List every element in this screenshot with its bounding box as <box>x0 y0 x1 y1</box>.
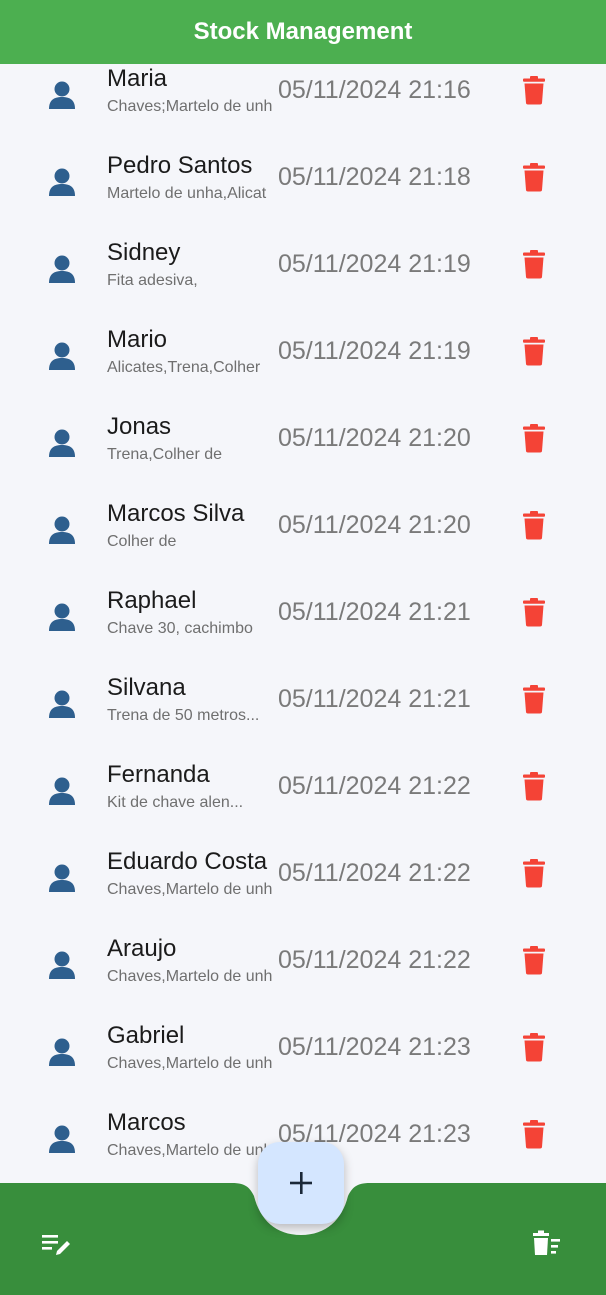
list-item[interactable]: Fernanda Kit de chave alen... 05/11/2024 2… <box>0 741 606 828</box>
record-items: Chaves,Martelo de unh <box>107 968 273 985</box>
record-date: 05/11/2024 21:22 <box>278 859 471 887</box>
record-name: Pedro Santos <box>107 152 253 179</box>
list-item[interactable]: Jonas Trena,Colher de 05/11/2024 21:20 <box>0 393 606 480</box>
trash-icon <box>523 424 545 453</box>
record-date: 05/11/2024 21:20 <box>278 424 471 452</box>
list-item[interactable]: Araujo Chaves,Martelo de unh 05/11/2024 21… <box>0 915 606 1002</box>
record-name: Sidney <box>107 239 181 266</box>
delete-button[interactable] <box>522 771 546 801</box>
clear-all-button[interactable] <box>530 1230 564 1258</box>
record-date: 05/11/2024 21:19 <box>278 337 471 365</box>
list-item[interactable]: Silvana Trena de 50 metros... 05/11/2024 2… <box>0 654 606 741</box>
person-icon <box>48 428 76 458</box>
record-items: Fita adesiva, <box>107 272 198 289</box>
record-name: Fernanda <box>107 761 210 788</box>
record-name: Eduardo Costa <box>107 848 268 875</box>
record-name: Araujo <box>107 935 177 962</box>
trash-icon <box>523 250 545 279</box>
person-icon <box>48 80 76 110</box>
person-icon <box>48 602 76 632</box>
list-item[interactable]: Gabriel Chaves,Martelo de unh 05/11/2024 2… <box>0 1002 606 1089</box>
person-icon <box>48 167 76 197</box>
record-date: 05/11/2024 21:18 <box>278 163 471 191</box>
edit-list-icon <box>42 1235 70 1255</box>
record-name: Raphael <box>107 587 197 614</box>
record-date: 05/11/2024 21:23 <box>278 1033 471 1061</box>
person-icon <box>48 254 76 284</box>
delete-button[interactable] <box>522 684 546 714</box>
record-name: Mario <box>107 326 168 353</box>
record-name: Jonas <box>107 413 172 440</box>
record-name: Gabriel <box>107 1022 185 1049</box>
record-items: Chaves;Martelo de unh <box>107 98 273 115</box>
record-date: 05/11/2024 21:19 <box>278 250 471 278</box>
record-list: Maria Chaves;Martelo de unh 05/11/2024 21:… <box>0 0 606 1295</box>
record-items: Trena de 50 metros... <box>107 707 260 724</box>
person-icon <box>48 863 76 893</box>
trash-icon <box>523 598 545 627</box>
person-icon <box>48 515 76 545</box>
list-item[interactable]: Pedro Santos Martelo de unha,Alicat 05/11/… <box>0 132 606 219</box>
delete-button[interactable] <box>522 510 546 540</box>
trash-icon <box>523 859 545 888</box>
record-date: 05/11/2024 21:20 <box>278 511 471 539</box>
delete-button[interactable] <box>522 1032 546 1062</box>
record-items: Colher de <box>107 533 177 550</box>
bottom-app-bar <box>0 1142 606 1295</box>
trash-icon <box>523 772 545 801</box>
record-name: Marcos <box>107 1109 186 1136</box>
trash-icon <box>523 337 545 366</box>
app-bar: Stock Management <box>0 0 606 64</box>
record-items: Martelo de unha,Alicat <box>107 185 267 202</box>
record-date: 05/11/2024 21:22 <box>278 946 471 974</box>
person-icon <box>48 689 76 719</box>
record-items: Kit de chave alen... <box>107 794 244 811</box>
trash-icon <box>523 1033 545 1062</box>
record-name: Silvana <box>107 674 186 701</box>
app-title: Stock Management <box>193 18 413 45</box>
delete-button[interactable] <box>522 1119 546 1149</box>
clear-all-icon <box>533 1230 560 1255</box>
trash-icon <box>523 946 545 975</box>
trash-icon <box>523 76 545 105</box>
record-items: Alicates,Trena,Colher <box>107 359 261 376</box>
person-icon <box>48 776 76 806</box>
delete-button[interactable] <box>522 945 546 975</box>
delete-button[interactable] <box>522 162 546 192</box>
record-name: Maria <box>107 65 168 92</box>
person-icon <box>48 1037 76 1067</box>
person-icon <box>48 950 76 980</box>
record-items: Chaves,Martelo de unh <box>107 1055 273 1072</box>
record-items: Chaves,Martelo de unh <box>107 881 273 898</box>
delete-button[interactable] <box>522 249 546 279</box>
plus-icon <box>290 1172 312 1194</box>
delete-button[interactable] <box>522 597 546 627</box>
list-item[interactable]: Mario Alicates,Trena,Colher 05/11/2024 21:… <box>0 306 606 393</box>
record-date: 05/11/2024 21:22 <box>278 772 471 800</box>
list-item[interactable]: Marcos Silva Colher de 05/11/2024 21:20 <box>0 480 606 567</box>
trash-icon <box>523 511 545 540</box>
trash-icon <box>523 1120 545 1149</box>
list-item[interactable]: Eduardo Costa Chaves,Martelo de unh 05/11/… <box>0 828 606 915</box>
trash-icon <box>523 685 545 714</box>
add-record-button[interactable] <box>258 1142 344 1224</box>
list-item[interactable]: Sidney Fita adesiva, 05/11/2024 21:19 <box>0 219 606 306</box>
record-date: 05/11/2024 21:21 <box>278 685 471 713</box>
record-name: Marcos Silva <box>107 500 245 527</box>
record-items: Chave 30, cachimbo <box>107 620 253 637</box>
edit-list-button[interactable] <box>40 1232 74 1258</box>
delete-button[interactable] <box>522 423 546 453</box>
delete-button[interactable] <box>522 858 546 888</box>
person-icon <box>48 341 76 371</box>
record-date: 05/11/2024 21:21 <box>278 598 471 626</box>
list-item[interactable]: Raphael Chave 30, cachimbo 05/11/2024 21:2… <box>0 567 606 654</box>
record-date: 05/11/2024 21:16 <box>278 76 471 104</box>
delete-button[interactable] <box>522 336 546 366</box>
delete-button[interactable] <box>522 75 546 105</box>
record-items: Trena,Colher de <box>107 446 223 463</box>
trash-icon <box>523 163 545 192</box>
